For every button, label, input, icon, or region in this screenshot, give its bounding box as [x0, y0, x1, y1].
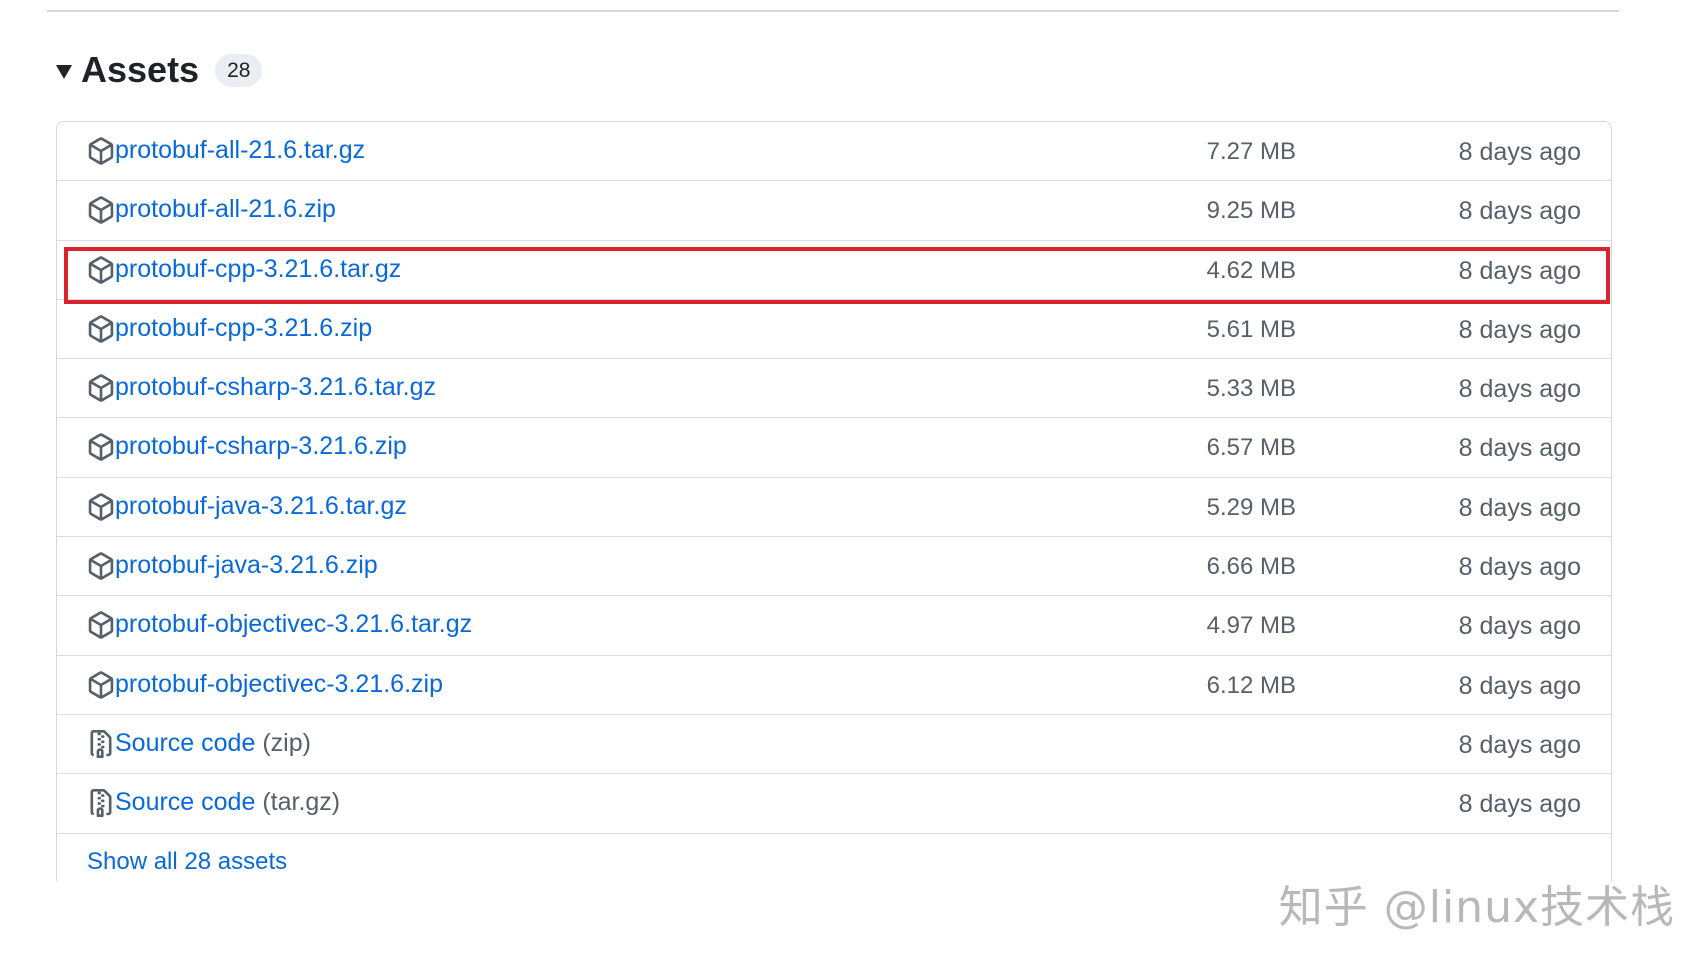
assets-count-badge: 28: [215, 53, 263, 87]
asset-link[interactable]: Source code (tar.gz): [115, 788, 340, 817]
asset-link[interactable]: protobuf-java-3.21.6.tar.gz: [115, 492, 407, 521]
asset-row: protobuf-csharp-3.21.6.zip 6.57 MB 8 days …: [57, 418, 1611, 478]
package-icon: [87, 433, 115, 462]
asset-row: Source code (tar.gz) 8 days ago: [57, 774, 1611, 834]
asset-date: 8 days ago: [1458, 315, 1581, 344]
package-icon: [87, 611, 115, 640]
asset-name: protobuf-all-21.6.zip: [115, 195, 336, 224]
asset-link[interactable]: protobuf-java-3.21.6.zip: [115, 551, 378, 580]
package-icon: [87, 493, 115, 521]
asset-row: Source code (zip) 8 days ago: [57, 715, 1611, 775]
asset-row: protobuf-all-21.6.tar.gz 7.27 MB 8 days ag…: [57, 122, 1611, 182]
asset-name: protobuf-csharp-3.21.6.zip: [115, 432, 407, 461]
asset-suffix: (zip): [262, 728, 311, 757]
assets-header: Assets 28: [56, 48, 263, 92]
asset-date: 8 days ago: [1458, 730, 1581, 759]
asset-link[interactable]: protobuf-all-21.6.zip: [115, 195, 336, 224]
asset-date: 8 days ago: [1458, 138, 1581, 166]
asset-row: protobuf-csharp-3.21.6.tar.gz 5.33 MB 8 da…: [57, 359, 1611, 419]
package-icon: [87, 670, 115, 699]
asset-date: 8 days ago: [1458, 790, 1581, 819]
asset-size: 5.61 MB: [1206, 315, 1296, 343]
asset-link[interactable]: protobuf-objectivec-3.21.6.tar.gz: [115, 610, 472, 639]
package-icon: [87, 196, 115, 225]
asset-name: protobuf-cpp-3.21.6.zip: [115, 313, 373, 342]
asset-date: 8 days ago: [1458, 197, 1581, 226]
assets-title[interactable]: Assets: [81, 49, 199, 91]
asset-name: Source code: [115, 728, 256, 757]
show-all-assets-link[interactable]: Show all 28 assets: [87, 848, 287, 876]
asset-link[interactable]: protobuf-all-21.6.tar.gz: [115, 136, 365, 165]
asset-name: protobuf-java-3.21.6.tar.gz: [115, 491, 407, 520]
asset-row: protobuf-objectivec-3.21.6.zip 6.12 MB 8 d…: [57, 656, 1611, 715]
asset-date: 8 days ago: [1458, 434, 1581, 463]
asset-name: protobuf-objectivec-3.21.6.zip: [115, 669, 443, 698]
asset-row: protobuf-java-3.21.6.zip 6.66 MB 8 days ag…: [57, 537, 1611, 597]
package-icon: [87, 255, 115, 284]
asset-size: 4.62 MB: [1206, 256, 1296, 284]
asset-link[interactable]: protobuf-objectivec-3.21.6.zip: [115, 670, 443, 699]
asset-name: protobuf-cpp-3.21.6.tar.gz: [115, 254, 402, 283]
asset-date: 8 days ago: [1458, 671, 1581, 700]
asset-row: protobuf-all-21.6.zip 9.25 MB 8 days ago: [57, 181, 1611, 241]
assets-list: protobuf-all-21.6.tar.gz 7.27 MB 8 days ag…: [56, 121, 1612, 881]
asset-size: 9.25 MB: [1206, 197, 1296, 225]
asset-date: 8 days ago: [1458, 553, 1581, 582]
asset-link[interactable]: protobuf-csharp-3.21.6.zip: [115, 432, 407, 461]
asset-suffix: (tar.gz): [262, 788, 341, 817]
asset-date: 8 days ago: [1458, 256, 1581, 285]
package-icon: [87, 374, 115, 402]
asset-date: 8 days ago: [1458, 612, 1581, 641]
asset-size: 5.29 MB: [1206, 493, 1296, 521]
asset-size: 6.66 MB: [1206, 553, 1296, 581]
asset-size: 6.57 MB: [1206, 434, 1296, 462]
watermark: 知乎 @linux技术栈: [1278, 882, 1675, 933]
asset-date: 8 days ago: [1458, 493, 1581, 522]
asset-link[interactable]: Source code (zip): [115, 729, 311, 758]
package-icon: [87, 552, 115, 580]
file-zip-icon: [87, 789, 115, 818]
asset-size: 7.27 MB: [1206, 138, 1296, 165]
asset-name: protobuf-all-21.6.tar.gz: [115, 136, 366, 164]
asset-name: protobuf-objectivec-3.21.6.tar.gz: [115, 610, 473, 639]
asset-size: 6.12 MB: [1206, 671, 1296, 699]
asset-name: protobuf-java-3.21.6.zip: [115, 551, 378, 580]
asset-size: 5.33 MB: [1206, 375, 1296, 403]
asset-date: 8 days ago: [1458, 375, 1581, 404]
file-zip-icon: [87, 729, 115, 758]
asset-link[interactable]: protobuf-csharp-3.21.6.tar.gz: [115, 373, 436, 402]
asset-link[interactable]: protobuf-cpp-3.21.6.zip: [115, 314, 372, 343]
caret-down-icon[interactable]: [56, 65, 72, 79]
package-icon: [87, 315, 115, 343]
asset-name: protobuf-csharp-3.21.6.tar.gz: [115, 373, 437, 402]
asset-row: protobuf-java-3.21.6.tar.gz 5.29 MB 8 days…: [57, 478, 1611, 538]
top-divider: [47, 10, 1619, 12]
asset-row: protobuf-cpp-3.21.6.zip 5.61 MB 8 days ago: [57, 300, 1611, 360]
asset-size: 4.97 MB: [1206, 612, 1296, 640]
asset-row: protobuf-objectivec-3.21.6.tar.gz 4.97 MB…: [57, 596, 1611, 656]
package-icon: [87, 137, 115, 165]
asset-name: Source code: [115, 788, 256, 817]
asset-row: protobuf-cpp-3.21.6.tar.gz 4.62 MB 8 days …: [57, 241, 1611, 300]
asset-link[interactable]: protobuf-cpp-3.21.6.tar.gz: [115, 255, 401, 284]
